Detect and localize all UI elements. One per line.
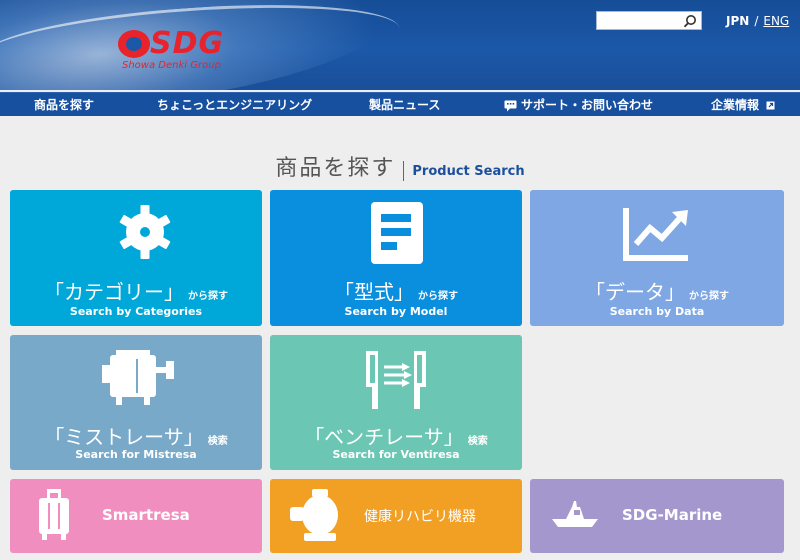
nav-item-support[interactable]: サポート・お問い合わせ (504, 93, 653, 117)
search-icon[interactable] (683, 14, 697, 28)
lang-jpn-link[interactable]: JPN (726, 14, 749, 28)
logo-mark-icon (118, 30, 150, 58)
tile-subtitle: Search by Model (344, 305, 448, 318)
site-header: SDG Showa Denki Group JPN / ENG (0, 0, 800, 90)
nav-item-label: サポート・お問い合わせ (521, 98, 654, 112)
tile-title: 「型式」 から探す (334, 280, 458, 304)
tile-label: SDG-Marine (622, 506, 723, 524)
document-list-icon (371, 202, 423, 264)
nav-item-company-info[interactable]: 企業情報 (711, 93, 775, 117)
nav-item-product-news[interactable]: 製品ニュース (369, 93, 440, 117)
sdg-logo[interactable]: SDG Showa Denki Group (118, 26, 258, 74)
tile-search-ventiresa[interactable]: 「ベンチレーサ」 検索 Search for Ventiresa (270, 335, 522, 470)
main-nav: 商品を探す ちょこっとエンジニアリング 製品ニュース サポート・お問い合わせ 企… (0, 92, 800, 116)
tile-subtitle: Search by Categories (69, 305, 203, 318)
boat-icon (552, 501, 598, 527)
tile-subtitle: Search by Data (609, 305, 705, 318)
rehab-device-icon (290, 489, 338, 541)
page-title-ja: 商品を探す (275, 156, 396, 181)
external-link-icon (766, 101, 775, 110)
suitcase-icon (39, 489, 69, 540)
lang-separator: / (754, 14, 759, 28)
tile-label: Smartresa (102, 506, 190, 524)
tile-title: 「カテゴリー」 から探す (44, 280, 228, 304)
nav-item-product-search[interactable]: 商品を探す (34, 93, 94, 117)
page-title: 商品を探す Product Search (0, 150, 800, 182)
tile-sdg-marine[interactable]: SDG-Marine (530, 479, 784, 553)
page-title-en: Product Search (412, 164, 525, 179)
logo-subtitle: Showa Denki Group (122, 60, 221, 71)
language-switcher: JPN / ENG (726, 14, 789, 28)
search-input[interactable] (596, 11, 702, 30)
nav-item-label: ちょこっとエンジニアリング (157, 98, 313, 112)
logo-text: SDG (150, 26, 225, 61)
tile-subtitle: Search for Mistresa (75, 448, 197, 461)
tile-search-by-categories[interactable]: 「カテゴリー」 から探す Search by Categories (10, 190, 262, 326)
tile-title: 「ミストレーサ」 検索 (44, 425, 228, 449)
lang-eng-link[interactable]: ENG (763, 14, 789, 28)
tile-search-mistresa[interactable]: 「ミストレーサ」 検索 Search for Mistresa (10, 335, 262, 470)
tile-rehab-equipment[interactable]: 健康リハビリ機器 (270, 479, 522, 553)
nav-item-label: 商品を探す (34, 98, 95, 112)
title-divider (403, 160, 405, 181)
fan-gear-icon (119, 205, 171, 259)
ventilation-icon (366, 351, 426, 409)
line-chart-icon (623, 208, 688, 261)
tile-search-by-data[interactable]: 「データ」 から探す Search by Data (530, 190, 784, 326)
nav-item-engineering[interactable]: ちょこっとエンジニアリング (157, 93, 312, 117)
nav-item-label: 製品ニュース (369, 98, 441, 112)
chat-bubble-icon (504, 100, 517, 111)
nav-item-label: 企業情報 (711, 98, 760, 112)
tile-label: 健康リハビリ機器 (364, 509, 476, 525)
mist-collector-icon (102, 350, 174, 405)
tile-smartresa[interactable]: Smartresa (10, 479, 262, 553)
tile-title: 「ベンチレーサ」 検索 (304, 425, 488, 449)
tile-subtitle: Search for Ventiresa (332, 448, 460, 461)
tile-search-by-model[interactable]: 「型式」 から探す Search by Model (270, 190, 522, 326)
tile-title: 「データ」 から探す (585, 280, 729, 304)
